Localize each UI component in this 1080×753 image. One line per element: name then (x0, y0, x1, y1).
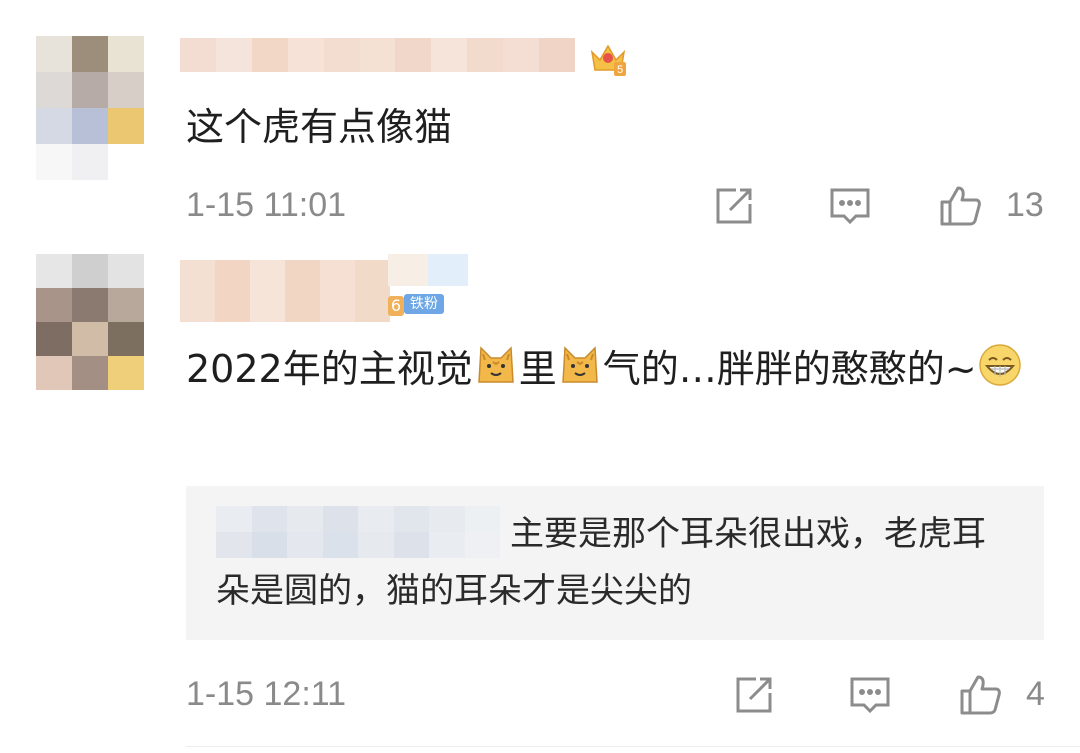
comment-text-part: 气的…胖胖的憨憨的~ (602, 347, 977, 391)
grin-emoji-icon (977, 342, 1023, 388)
comment-text: 这个虎有点像猫 (186, 105, 453, 149)
divider (186, 746, 1080, 747)
fan-level: 6 (388, 296, 404, 316)
comment-item: 6 铁粉 2022年的主视觉 里 气的…胖胖的憨憨的~ 主要是那个耳朵很出戏，老… (0, 250, 1080, 753)
comment-icon[interactable] (848, 673, 892, 717)
comment-time: 1-15 11:01 (186, 186, 347, 224)
username[interactable] (180, 38, 575, 72)
reply-box[interactable]: 主要是那个耳朵很出戏，老虎耳朵是圆的，猫的耳朵才是尖尖的 (186, 486, 1044, 640)
username[interactable] (180, 260, 390, 322)
cat-emoji-icon (473, 342, 519, 388)
svg-text:5: 5 (617, 64, 623, 76)
comment-actions: 13 (712, 184, 1052, 234)
avatar[interactable] (36, 254, 144, 398)
crown-level-icon[interactable]: 5 (588, 38, 628, 78)
like-count: 4 (1026, 675, 1045, 713)
comment-text-part: 2022年的主视觉 (186, 347, 473, 391)
avatar[interactable] (36, 36, 144, 180)
comment-item: 5 这个虎有点像猫 1-15 11:01 13 (0, 0, 1080, 250)
fan-badge[interactable]: 6 铁粉 (388, 254, 468, 318)
share-icon[interactable] (732, 673, 776, 717)
share-icon[interactable] (712, 184, 756, 228)
like-icon[interactable] (958, 673, 1002, 717)
cat-emoji-icon (557, 342, 603, 388)
comment-time: 1-15 12:11 (186, 675, 347, 713)
comment-text-part: 里 (518, 347, 557, 391)
comment-actions: 4 (732, 673, 1052, 723)
like-icon[interactable] (938, 184, 982, 228)
reply-text: 主要是那个耳朵很出戏，老虎耳朵是圆的，猫的耳朵才是尖尖的 (216, 514, 986, 611)
comment-text: 2022年的主视觉 里 气的…胖胖的憨憨的~ (186, 338, 1036, 400)
comment-icon[interactable] (828, 184, 872, 228)
fan-badge-label: 铁粉 (404, 294, 444, 314)
like-count: 13 (1006, 186, 1044, 224)
